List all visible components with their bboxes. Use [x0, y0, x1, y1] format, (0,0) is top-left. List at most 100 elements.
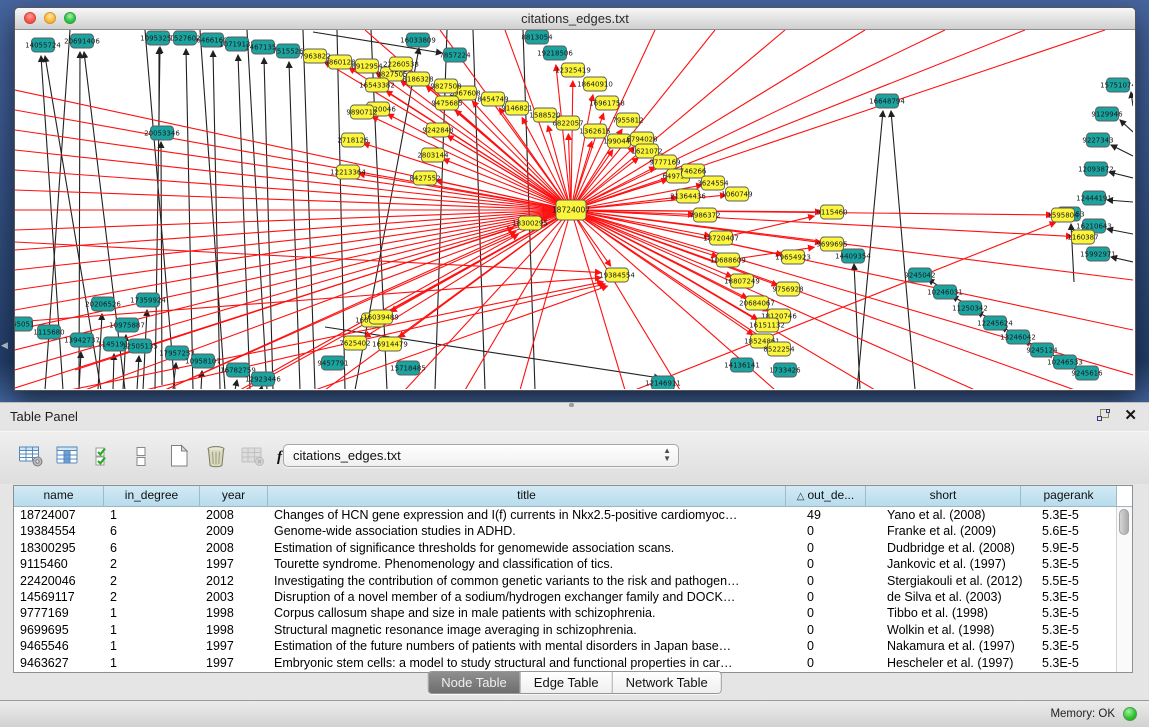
- cell-in_degree[interactable]: 1: [104, 507, 200, 523]
- cell-year[interactable]: 2008: [200, 540, 268, 556]
- table-row[interactable]: 977716911998Corpus callosum shape and si…: [14, 605, 1132, 621]
- network-node[interactable]: 9699695: [816, 237, 847, 251]
- network-node[interactable]: 12213364: [330, 165, 366, 179]
- select-all-columns-button[interactable]: [90, 440, 120, 472]
- cell-title[interactable]: Corpus callosum shape and size in male p…: [268, 605, 801, 621]
- memory-status-indicator[interactable]: [1123, 707, 1137, 721]
- cell-out_de[interactable]: 0: [801, 540, 881, 556]
- network-node[interactable]: 7986372: [689, 208, 720, 222]
- table-scrollbar-thumb[interactable]: [1119, 509, 1129, 535]
- cell-short[interactable]: Nakamura et al. (1997): [881, 638, 1036, 654]
- cell-name[interactable]: 18300295: [14, 540, 104, 556]
- unselect-all-columns-button[interactable]: [127, 440, 157, 472]
- cell-in_degree[interactable]: 6: [104, 523, 200, 539]
- cell-out_de[interactable]: 0: [801, 573, 881, 589]
- cell-short[interactable]: Stergiakouli et al. (2012): [881, 573, 1036, 589]
- cell-name[interactable]: 18724007: [14, 507, 104, 523]
- table-row[interactable]: 1830029562008Estimation of significance …: [14, 540, 1132, 556]
- cell-title[interactable]: Embryonic stem cells: a model to study s…: [268, 655, 801, 671]
- network-node[interactable]: 12093872: [1078, 162, 1114, 176]
- cell-title[interactable]: Structural magnetic resonance image aver…: [268, 622, 801, 638]
- network-node[interactable]: 9756928: [772, 282, 803, 296]
- network-node[interactable]: 13942737: [64, 333, 100, 347]
- cell-in_degree[interactable]: 6: [104, 540, 200, 556]
- cell-year[interactable]: 1997: [200, 655, 268, 671]
- cell-title[interactable]: Investigating the contribution of common…: [268, 573, 801, 589]
- table-selector-dropdown[interactable]: citations_edges.txt ▲▼: [283, 444, 679, 467]
- cell-year[interactable]: 2012: [200, 573, 268, 589]
- column-header-pagerank[interactable]: pagerank: [1021, 486, 1117, 506]
- cell-title[interactable]: Changes of HCN gene expression and I(f) …: [268, 507, 801, 523]
- network-node[interactable]: 9115460: [816, 205, 847, 219]
- network-node[interactable]: 19218506: [537, 46, 573, 60]
- delete-column-button[interactable]: [201, 440, 231, 472]
- cell-name[interactable]: 9465546: [14, 638, 104, 654]
- network-node[interactable]: 1060749: [721, 187, 752, 201]
- network-node[interactable]: 21364436: [670, 189, 706, 203]
- minimize-window-button[interactable]: [44, 12, 56, 24]
- network-node[interactable]: 10688609: [710, 253, 746, 267]
- network-node[interactable]: 1588520: [529, 108, 560, 122]
- cell-in_degree[interactable]: 2: [104, 556, 200, 572]
- cell-out_de[interactable]: 0: [801, 655, 881, 671]
- network-node[interactable]: 15751074: [1100, 78, 1133, 92]
- network-node[interactable]: 18640910: [577, 77, 613, 91]
- table-scrollbar[interactable]: [1116, 507, 1132, 672]
- network-node[interactable]: 9245124: [1026, 343, 1058, 357]
- cell-short[interactable]: de Silva et al. (2003): [881, 589, 1036, 605]
- cell-out_de[interactable]: 0: [801, 622, 881, 638]
- network-node[interactable]: 20206526: [85, 297, 121, 311]
- network-node[interactable]: 165051: [15, 317, 34, 331]
- network-node[interactable]: 7955812: [612, 113, 643, 127]
- column-header-year[interactable]: year: [200, 486, 268, 506]
- cell-year[interactable]: 1997: [200, 556, 268, 572]
- table-row[interactable]: 911546021997Tourette syndrome. Phenomeno…: [14, 556, 1132, 572]
- column-header-title[interactable]: title: [268, 486, 786, 506]
- network-node[interactable]: 1733426: [769, 363, 801, 377]
- cell-in_degree[interactable]: 1: [104, 605, 200, 621]
- network-node[interactable]: 15992971: [1080, 247, 1116, 261]
- cell-year[interactable]: 2008: [200, 507, 268, 523]
- cell-year[interactable]: 1997: [200, 638, 268, 654]
- table-row[interactable]: 1938455462009Genome-wide association stu…: [14, 523, 1132, 539]
- column-header-short[interactable]: short: [866, 486, 1021, 506]
- tab-node-table[interactable]: Node Table: [428, 672, 520, 693]
- network-node[interactable]: 8912954: [351, 59, 383, 73]
- network-node[interactable]: 11250342: [952, 301, 988, 315]
- network-node[interactable]: 9827508: [430, 79, 461, 93]
- network-node[interactable]: 19384554: [599, 268, 635, 282]
- network-node[interactable]: 12245624: [977, 316, 1013, 330]
- network-node[interactable]: 2718126: [337, 133, 369, 147]
- splitter-collapse-icon[interactable]: ◀: [1, 341, 8, 350]
- network-node[interactable]: 7857224: [439, 48, 471, 62]
- cell-in_degree[interactable]: 1: [104, 655, 200, 671]
- network-node[interactable]: 9227343: [1082, 133, 1113, 147]
- network-node[interactable]: 1595804: [1047, 208, 1079, 222]
- cell-out_de[interactable]: 0: [801, 523, 881, 539]
- network-node[interactable]: 20053346: [144, 126, 180, 140]
- network-node[interactable]: 10975887: [109, 318, 145, 332]
- network-node[interactable]: 7625402: [339, 336, 370, 350]
- cell-short[interactable]: Jankovic et al. (1997): [881, 556, 1036, 572]
- column-header-name[interactable]: name: [14, 486, 104, 506]
- network-node[interactable]: 1115680: [33, 325, 64, 339]
- cell-name[interactable]: 9115460: [14, 556, 104, 572]
- network-node[interactable]: 16033809: [400, 33, 436, 47]
- tab-edge-table[interactable]: Edge Table: [520, 672, 612, 693]
- network-node[interactable]: 16648794: [869, 94, 905, 108]
- network-node[interactable]: 8522254: [763, 342, 795, 356]
- float-panel-icon[interactable]: [1097, 409, 1110, 422]
- cell-short[interactable]: Yano et al. (2008): [881, 507, 1036, 523]
- network-node[interactable]: 1160387: [1067, 230, 1098, 244]
- table-row[interactable]: 2242004622012Investigating the contribut…: [14, 573, 1132, 589]
- network-node[interactable]: 16961758: [589, 96, 625, 110]
- cell-year[interactable]: 2003: [200, 589, 268, 605]
- network-node[interactable]: 12146911: [645, 376, 681, 389]
- table-row[interactable]: 946362711997Embryonic stem cells: a mode…: [14, 655, 1132, 671]
- cell-name[interactable]: 19384554: [14, 523, 104, 539]
- network-node[interactable]: 18720407: [703, 231, 739, 245]
- network-node[interactable]: 14055724: [25, 38, 61, 52]
- column-header-out_de[interactable]: △out_de...: [786, 486, 866, 506]
- create-column-button[interactable]: [164, 440, 194, 472]
- network-node[interactable]: 7963822: [299, 49, 330, 63]
